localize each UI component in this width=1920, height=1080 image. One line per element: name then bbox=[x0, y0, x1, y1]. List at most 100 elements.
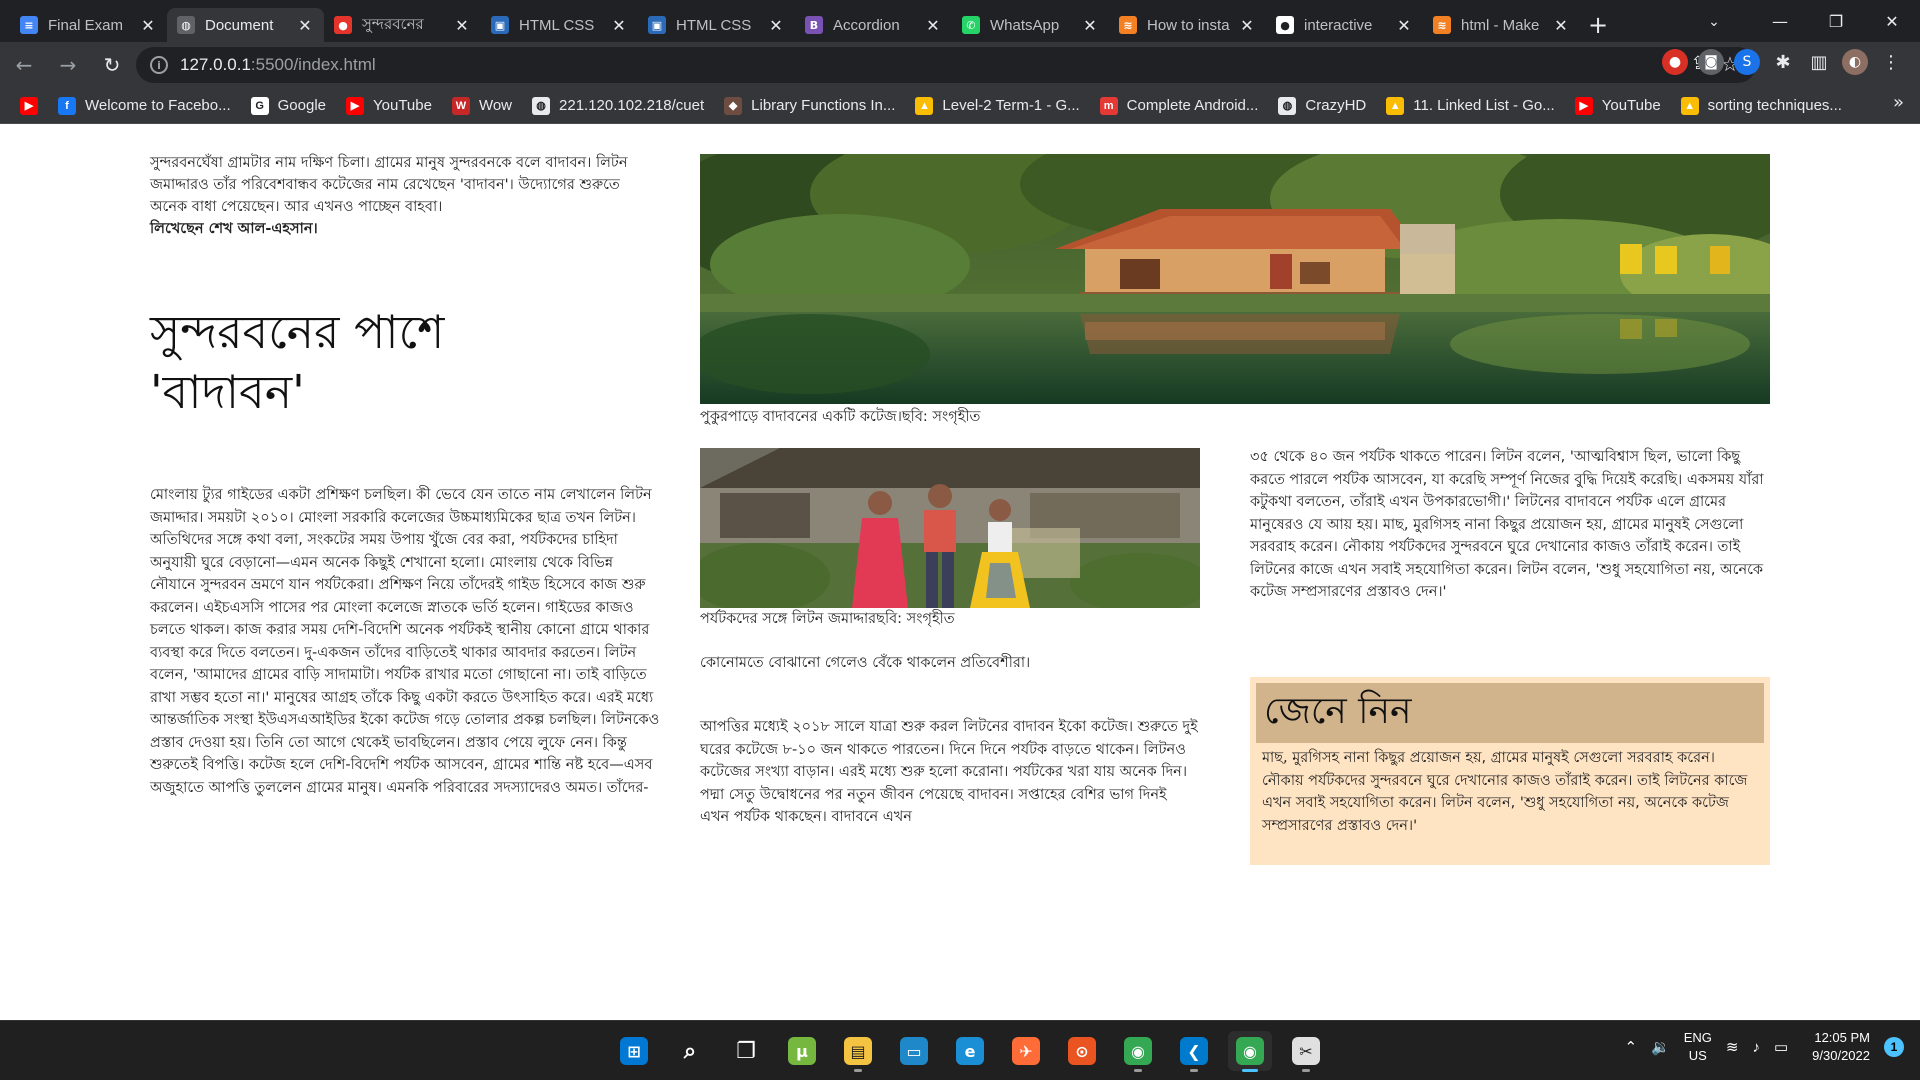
google-drive-icon: ▲ bbox=[1386, 96, 1405, 115]
address-bar[interactable]: i 127.0.0.1:5500/index.html ⇪ ☆ bbox=[136, 47, 1756, 83]
language-indicator[interactable]: ENG US bbox=[1684, 1029, 1712, 1065]
taskbar-app[interactable]: ❮ bbox=[1172, 1031, 1216, 1072]
neighbors-line: কোনোমতে বোঝানো গেলেও বেঁকে থাকলেন প্রতিব… bbox=[700, 655, 1031, 671]
tab-close-icon[interactable]: ✕ bbox=[296, 16, 314, 35]
running-indicator bbox=[1242, 1069, 1258, 1072]
extension-area: ● ◙ S ✱ ▥ ◐ ⋮ bbox=[1662, 49, 1904, 75]
site-info-icon[interactable]: i bbox=[150, 56, 168, 74]
tab-close-icon[interactable]: ✕ bbox=[453, 16, 471, 35]
browser-tab[interactable]: ≋ How to insta ✕ bbox=[1109, 8, 1266, 42]
bookmark-item[interactable]: ▶ YouTube bbox=[336, 92, 442, 120]
info-box-title: জেনে নিন bbox=[1256, 683, 1764, 743]
taskbar-app[interactable]: ❐ bbox=[724, 1031, 768, 1071]
browser-tab[interactable]: ▣ HTML CSS ✕ bbox=[481, 8, 638, 42]
camera-extension-icon[interactable]: ◙ bbox=[1698, 49, 1724, 75]
speaker-icon[interactable]: 🔉 bbox=[1651, 1038, 1670, 1056]
globe-icon: ◍ bbox=[532, 96, 551, 115]
browser-tab[interactable]: ● interactive ✕ bbox=[1266, 8, 1423, 42]
taskbar-app[interactable]: ◉ bbox=[1228, 1031, 1272, 1072]
taskbar-app[interactable]: ▭ bbox=[892, 1031, 936, 1071]
restore-icon[interactable]: ❐ bbox=[1808, 0, 1864, 42]
taskbar-app[interactable]: µ bbox=[780, 1031, 824, 1071]
taskbar-app[interactable]: ◉ bbox=[1116, 1031, 1160, 1072]
stackoverflow-icon: ≋ bbox=[1119, 16, 1137, 34]
prothomalo-icon: ● bbox=[334, 16, 352, 34]
start-icon: ⊞ bbox=[620, 1037, 648, 1065]
bookmark-item[interactable]: G Google bbox=[241, 92, 336, 120]
body-middle-paragraph: আপত্তির মধ্যেই ২০১৮ সালে যাত্রা শুরু করল… bbox=[700, 719, 1198, 825]
bookmark-item[interactable]: ▶ bbox=[10, 92, 48, 120]
browser-tab[interactable]: ≡ Final Exam ✕ bbox=[10, 8, 167, 42]
tab-close-icon[interactable]: ✕ bbox=[1395, 16, 1413, 35]
bookmark-item[interactable]: ▲ sorting techniques... bbox=[1671, 92, 1852, 120]
bookmark-item[interactable]: ◍ 221.120.102.218/cuet bbox=[522, 92, 714, 120]
bookmark-item[interactable]: ◆ Library Functions In... bbox=[714, 92, 905, 120]
tab-close-icon[interactable]: ✕ bbox=[767, 16, 785, 35]
bookmark-item[interactable]: W Wow bbox=[442, 92, 522, 120]
whatsapp-icon: ✆ bbox=[962, 16, 980, 34]
tab-close-icon[interactable]: ✕ bbox=[610, 16, 628, 35]
menu-dots-icon[interactable]: ⋮ bbox=[1878, 49, 1904, 75]
task-view-icon: ❐ bbox=[732, 1037, 760, 1065]
bookmark-item[interactable]: f Welcome to Facebo... bbox=[48, 92, 241, 120]
notification-badge[interactable]: 1 bbox=[1884, 1037, 1904, 1057]
more-bookmarks-icon[interactable]: » bbox=[1893, 92, 1904, 113]
tab-close-icon[interactable]: ✕ bbox=[1552, 16, 1570, 35]
tab-close-icon[interactable]: ✕ bbox=[1081, 16, 1099, 35]
volume-icon[interactable]: ♪ bbox=[1752, 1039, 1760, 1056]
tab-label: interactive bbox=[1304, 16, 1373, 34]
language-line-2: US bbox=[1688, 1048, 1707, 1063]
browser-tab[interactable]: ✆ WhatsApp ✕ bbox=[952, 8, 1109, 42]
bookmark-item[interactable]: ▶ YouTube bbox=[1565, 92, 1671, 120]
taskbar-app[interactable]: ✂ bbox=[1284, 1031, 1328, 1072]
browser-tab[interactable]: ● সুন্দরবনের ✕ bbox=[324, 8, 481, 42]
bookmark-label: 11. Linked List - Go... bbox=[1413, 97, 1555, 114]
browser-tab[interactable]: ◍ Document ✕ bbox=[167, 8, 324, 42]
browser-tab[interactable]: ▣ HTML CSS ✕ bbox=[638, 8, 795, 42]
google-docs-icon: ≡ bbox=[20, 16, 38, 34]
reload-icon[interactable]: ↻ bbox=[92, 45, 132, 85]
taskbar-app[interactable]: ✈ bbox=[1004, 1031, 1048, 1071]
postman-icon: ✈ bbox=[1012, 1037, 1040, 1065]
globe-icon: ◍ bbox=[177, 16, 195, 34]
tab-search-icon[interactable]: ⌄ bbox=[1700, 8, 1728, 36]
new-tab-icon[interactable]: + bbox=[1580, 8, 1616, 42]
hero-cottage-photo bbox=[700, 154, 1770, 404]
browser-tab[interactable]: B Accordion ✕ bbox=[795, 8, 952, 42]
tab-close-icon[interactable]: ✕ bbox=[139, 16, 157, 35]
bookmark-label: Wow bbox=[478, 97, 513, 114]
battery-icon[interactable]: ▭ bbox=[1774, 1038, 1788, 1056]
clock[interactable]: 12:05 PM 9/30/2022 bbox=[1812, 1029, 1870, 1065]
bookmark-item[interactable]: ◍ CrazyHD bbox=[1268, 92, 1376, 120]
cube-icon: ◆ bbox=[724, 96, 743, 115]
shazam-extension-icon[interactable]: S bbox=[1734, 49, 1760, 75]
wifi-icon[interactable]: ≋ bbox=[1726, 1038, 1739, 1056]
profile-avatar-icon[interactable]: ◐ bbox=[1842, 49, 1868, 75]
browser-tab[interactable]: ≋ html - Make ✕ bbox=[1423, 8, 1580, 42]
minimize-icon[interactable]: — bbox=[1752, 0, 1808, 42]
chevron-up-icon[interactable]: ⌃ bbox=[1624, 1038, 1637, 1056]
taskbar-app[interactable]: ⌕ bbox=[668, 1031, 712, 1071]
taskbar-app[interactable]: e bbox=[948, 1031, 992, 1071]
tab-close-icon[interactable]: ✕ bbox=[1238, 16, 1256, 35]
taskbar-app[interactable]: ⊞ bbox=[612, 1031, 656, 1071]
taskbar-app[interactable]: ▤ bbox=[836, 1031, 880, 1072]
tab-label: html - Make bbox=[1461, 16, 1540, 34]
tab-close-icon[interactable]: ✕ bbox=[924, 16, 942, 35]
url-path: :5500/index.html bbox=[250, 55, 376, 74]
taskbar-app[interactable]: ⊙ bbox=[1060, 1031, 1104, 1071]
bookmark-item[interactable]: ▲ 11. Linked List - Go... bbox=[1376, 92, 1564, 120]
forward-icon[interactable]: → bbox=[48, 45, 88, 85]
clock-date: 9/30/2022 bbox=[1812, 1048, 1870, 1063]
extensions-puzzle-icon[interactable]: ✱ bbox=[1770, 49, 1796, 75]
info-box: জেনে নিন মাছ, মুরগিসহ নানা কিছুর প্রয়োজ… bbox=[1250, 677, 1770, 865]
url-text[interactable]: 127.0.0.1:5500/index.html bbox=[180, 55, 376, 75]
side-panel-icon[interactable]: ▥ bbox=[1806, 49, 1832, 75]
hero-caption: পুকুরপাড়ে বাদাবনের একটি কটেজ।ছবি: সংগৃহ… bbox=[700, 409, 981, 425]
close-window-icon[interactable]: ✕ bbox=[1864, 0, 1920, 42]
bookmark-item[interactable]: ▲ Level-2 Term-1 - G... bbox=[905, 92, 1089, 120]
back-icon[interactable]: ← bbox=[4, 45, 44, 85]
bookmark-item[interactable]: m Complete Android... bbox=[1090, 92, 1269, 120]
record-extension-icon[interactable]: ● bbox=[1662, 49, 1688, 75]
url-host: 127.0.0.1 bbox=[180, 55, 251, 74]
